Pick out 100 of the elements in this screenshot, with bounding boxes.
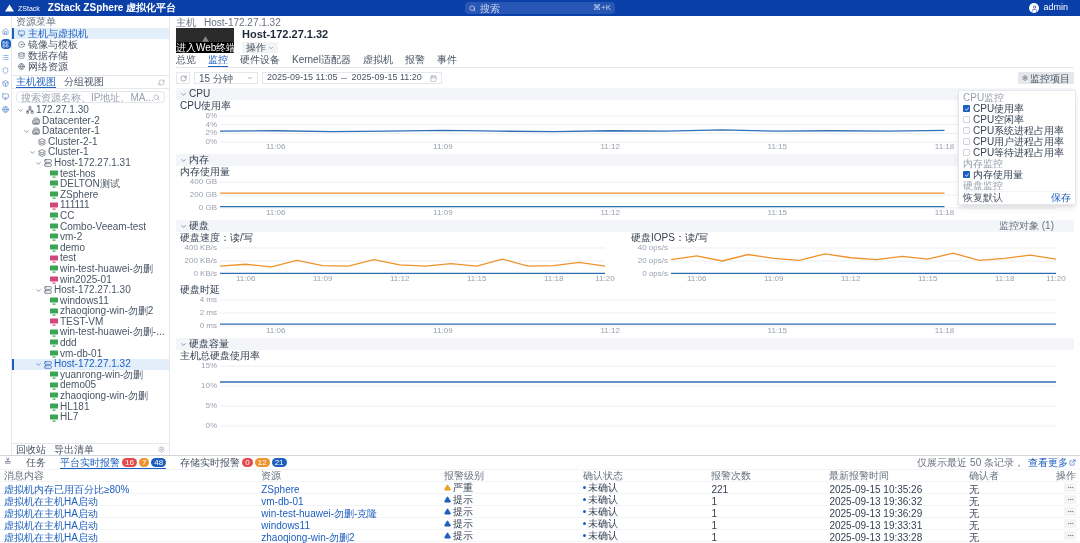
tree-label: zhaoqiong-win-勿删2: [60, 306, 154, 317]
breadcrumb-item: Host-172.27.1.32: [204, 17, 281, 28]
table-cell: 无: [968, 483, 979, 495]
chart-title: CPU使用率: [180, 100, 232, 111]
column-header: 确认者: [968, 469, 1000, 483]
y-tick-label: 0 ms: [199, 322, 217, 330]
tree-label: vm-db-01: [60, 348, 103, 359]
column-header: 消息内容: [4, 469, 45, 483]
y-tick-label: 400 KB/s: [184, 244, 217, 252]
x-tick-label: 11:09: [433, 142, 453, 152]
y-tick-label: 4%: [205, 120, 217, 129]
x-tick-label: 11:09: [312, 274, 333, 284]
section-title: CPU: [189, 88, 211, 100]
confirm-status: 未确认: [587, 493, 618, 507]
x-tick-label: 11:18: [543, 274, 564, 284]
tree-label: ddd: [60, 338, 77, 349]
x-tick-label: 11:06: [266, 208, 286, 218]
table-cell: 2025-09-15 10:35:26: [829, 483, 923, 495]
table-cell: 1: [711, 519, 718, 531]
tree-label: Cluster-2-1: [48, 136, 98, 147]
records-note: 仅展示最近 50 条记录，: [917, 456, 1024, 470]
tree-label: win2025-01: [60, 274, 112, 285]
section-title: 内存: [189, 154, 209, 166]
tree-label: Host-172.27.1.30: [54, 285, 131, 296]
column-header: 报警次数: [711, 469, 753, 483]
x-tick-label: 11:12: [600, 326, 620, 336]
tree-label: ZSphere: [60, 189, 99, 201]
x-tick-label: 11:12: [840, 274, 861, 284]
tree-label: zhaoqiong-win-勿删: [60, 391, 148, 402]
y-tick-label: 40 ops/s: [637, 244, 668, 252]
alert-level: 严重: [452, 481, 473, 495]
table-cell: 无: [968, 531, 979, 543]
group-title: 硬盘监控: [963, 180, 1003, 191]
x-tick-label: 11:09: [433, 208, 453, 218]
table-cell: 无: [968, 519, 979, 531]
tree-label: Datacenter-1: [42, 126, 100, 137]
x-tick-label: 11:12: [389, 274, 410, 284]
x-tick-label: 11:06: [266, 142, 286, 152]
tree-label: demo: [60, 242, 85, 253]
x-tick-label: 11:15: [767, 326, 788, 336]
y-tick-label: 2%: [205, 129, 217, 138]
y-tick-label: 0 KB/s: [193, 270, 217, 278]
menu-label: 镜像与模板: [28, 39, 78, 50]
tree-label: Host-172.27.1.31: [54, 157, 131, 169]
confirm-status: 未确认: [587, 481, 618, 495]
chart-title: 硬盘速度：读/写: [180, 232, 253, 243]
tree-label: yuanrong-win-勿删: [60, 369, 144, 381]
section-title: 硬盘容量: [189, 338, 229, 350]
y-tick-label: 0 GB: [198, 204, 217, 212]
tree-label: DELTON测试: [60, 179, 120, 190]
x-tick-label: 11:12: [600, 208, 620, 218]
host-title: Host-172.27.1.32: [242, 28, 329, 41]
app-title: ZStack ZSphere 虚拟化平台: [47, 3, 177, 13]
tree-label: demo05: [60, 380, 97, 391]
x-tick-label: 11:12: [600, 142, 620, 152]
column-header: 报警级别: [443, 469, 485, 482]
tree-label: Combo-Veeam-test: [60, 221, 147, 232]
tree-label: Datacenter-2: [42, 115, 100, 126]
tree-label: test: [60, 253, 77, 264]
table-cell: 2025-09-13 19:36:29: [829, 507, 923, 519]
table-cell: 无: [968, 495, 979, 507]
shortcut-hint: ⌘+K: [593, 2, 611, 14]
y-tick-label: 0%: [205, 138, 217, 146]
table-cell: 221: [711, 483, 729, 495]
table-cell: 2025-09-13 19:33:31: [829, 519, 923, 531]
x-tick-label: 11:15: [917, 274, 938, 284]
tree-label: windows11: [60, 295, 109, 306]
x-tick-label: 11:18: [934, 208, 955, 218]
tree-label: test-hos: [60, 168, 96, 179]
x-tick-label: 11:18: [994, 274, 1015, 284]
table-cell: 2025-09-13 19:36:32: [829, 495, 923, 507]
y-tick-label: 10%: [201, 382, 217, 390]
tree-label: win-test-huawei-勿删-...: [60, 327, 165, 338]
confirm-status: 未确认: [587, 517, 618, 531]
count-badge: 21: [271, 457, 287, 467]
y-tick-label: 5%: [205, 402, 217, 410]
x-tick-label: 11:18: [934, 326, 955, 336]
table-cell: 1: [711, 531, 718, 543]
x-tick-label: 11:20: [1046, 274, 1066, 284]
alert-tab-label: 平台实时报警: [60, 455, 120, 470]
chart-title: 主机总硬盘使用率: [180, 350, 260, 361]
x-tick-label: 11:09: [763, 274, 784, 284]
x-tick-label: 11:09: [433, 326, 453, 336]
tree-label: CC: [60, 210, 75, 222]
y-tick-label: 0 ops/s: [642, 270, 668, 278]
alert-level: 提示: [452, 493, 473, 507]
tree-label: win-test-huawei-勿删: [60, 263, 153, 275]
y-tick-label: 200 KB/s: [184, 257, 217, 265]
group-title: 内存监控: [963, 158, 1003, 169]
tree-label: HL181: [60, 401, 90, 412]
tree-label: vm-2: [60, 232, 83, 243]
menu-label: 数据存储: [28, 50, 68, 61]
alert-tab-label: 存储实时报警: [180, 455, 241, 470]
y-tick-label: 0%: [205, 422, 217, 430]
table-cell: 无: [968, 507, 979, 519]
y-tick-label: 200 GB: [189, 191, 217, 199]
y-tick-label: 400 GB: [189, 178, 217, 186]
menu-label: 主机与虚拟机: [28, 28, 88, 39]
count-badge: 7: [138, 457, 150, 467]
table-cell: 2025-09-13 19:33:28: [829, 531, 923, 543]
